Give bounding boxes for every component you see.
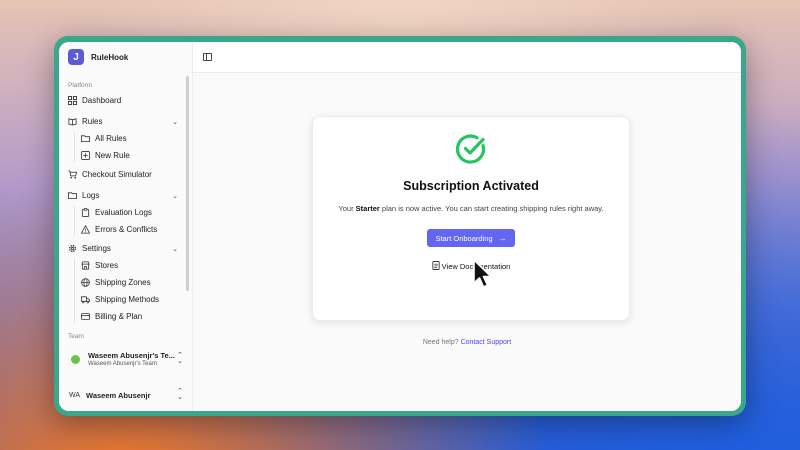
brand-name: RuleHook xyxy=(91,52,129,62)
truck-icon xyxy=(81,295,90,304)
settings-submenu: Stores Shipping Zones Shipping Methods B… xyxy=(59,257,192,325)
user-menu[interactable]: WA Waseem Abusenjr ⌃ ⌄ xyxy=(59,385,192,405)
sidebar-item-dashboard[interactable]: Dashboard xyxy=(59,92,192,109)
button-label: Start Onboarding xyxy=(435,233,493,243)
brand[interactable]: J RuleHook xyxy=(59,42,192,72)
sidebar-item-evaluation-logs[interactable]: Evaluation Logs xyxy=(59,204,192,221)
grid-icon xyxy=(68,96,77,105)
view-documentation-link[interactable]: View Documentation xyxy=(313,261,629,272)
logs-submenu: Evaluation Logs Errors & Conflicts xyxy=(59,204,192,238)
sidebar-item-label: Evaluation Logs xyxy=(95,208,152,217)
sidebar-item-label: Stores xyxy=(95,261,119,270)
team-name: Waseem Abusenjr's Te... xyxy=(88,351,175,360)
help-prefix: Need help? xyxy=(422,339,461,346)
folder-icon xyxy=(81,134,90,143)
sidebar-item-label: Checkout Simulator xyxy=(82,170,152,179)
sidebar-item-label: New Rule xyxy=(95,151,130,160)
book-icon xyxy=(68,117,77,126)
rulehook-logo-icon: J xyxy=(68,49,84,65)
gear-icon xyxy=(68,244,77,253)
team-avatar xyxy=(71,354,80,364)
main-content: Subscription Activated Your Starter plan… xyxy=(193,42,741,411)
sidebar-item-stores[interactable]: Stores xyxy=(59,257,192,274)
team-section-label: Team xyxy=(68,333,84,340)
team-subtitle: Waseem Abusenjr's Team xyxy=(88,361,157,367)
sidebar-item-new-rule[interactable]: New Rule xyxy=(59,147,192,164)
arrow-right-icon: → xyxy=(498,233,507,243)
sidebar-scrollbar[interactable] xyxy=(186,76,189,291)
plus-square-icon xyxy=(81,151,90,160)
chevron-down-icon: ⌄ xyxy=(172,118,178,126)
chevron-down-icon: ⌄ xyxy=(172,192,178,200)
check-circle-icon xyxy=(455,133,487,165)
sidebar-item-errors-conflicts[interactable]: Errors & Conflicts xyxy=(59,221,192,238)
mouse-cursor-icon xyxy=(473,259,492,288)
sidebar: J RuleHook Platform Dashboard Rules ⌄ Al… xyxy=(59,42,193,411)
sidebar-item-settings[interactable]: Settings ⌄ xyxy=(59,240,192,257)
sidebar-item-label: Dashboard xyxy=(82,96,122,105)
topbar xyxy=(193,42,741,73)
chevrons-up-down-icon: ⌃ ⌄ xyxy=(177,388,183,401)
sidebar-item-logs[interactable]: Logs ⌄ xyxy=(59,187,192,204)
document-icon xyxy=(432,261,440,272)
plan-name: Starter xyxy=(355,204,380,213)
sidebar-item-label: Shipping Methods xyxy=(95,295,160,304)
help-text: Need help? Contact Support xyxy=(193,339,741,346)
sidebar-item-label: Shipping Zones xyxy=(95,278,151,287)
desc-prefix: Your xyxy=(338,204,356,213)
sidebar-item-shipping-zones[interactable]: Shipping Zones xyxy=(59,274,192,291)
subscription-card: Subscription Activated Your Starter plan… xyxy=(312,116,630,321)
sidebar-item-checkout-simulator[interactable]: Checkout Simulator xyxy=(59,166,192,183)
platform-section-label: Platform xyxy=(68,82,93,89)
avatar: WA xyxy=(69,391,81,399)
sidebar-item-shipping-methods[interactable]: Shipping Methods xyxy=(59,291,192,308)
folder-icon xyxy=(68,191,77,200)
desc-suffix: plan is now active. You can start creati… xyxy=(379,204,604,213)
start-onboarding-button[interactable]: Start Onboarding → xyxy=(427,229,515,247)
store-icon xyxy=(81,261,90,270)
app-window: J RuleHook Platform Dashboard Rules ⌄ Al… xyxy=(59,42,741,411)
sidebar-item-label: Logs xyxy=(82,191,100,200)
sidebar-item-billing-plan[interactable]: Billing & Plan xyxy=(59,308,192,325)
sidebar-item-all-rules[interactable]: All Rules xyxy=(59,130,192,147)
globe-icon xyxy=(81,278,90,287)
sidebar-item-label: Rules xyxy=(82,117,103,126)
sidebar-item-rules[interactable]: Rules ⌄ xyxy=(59,113,192,130)
cart-icon xyxy=(68,170,77,179)
clipboard-icon xyxy=(81,208,90,217)
contact-support-link[interactable]: Contact Support xyxy=(461,339,512,346)
sidebar-item-label: Billing & Plan xyxy=(95,312,143,321)
warning-icon xyxy=(81,225,90,234)
team-switcher[interactable]: Waseem Abusenjr's Te... Waseem Abusenjr'… xyxy=(59,346,192,372)
sidebar-item-label: Errors & Conflicts xyxy=(95,225,158,234)
user-name: Waseem Abusenjr xyxy=(86,390,151,400)
sidebar-item-label: All Rules xyxy=(95,134,127,143)
team-text: Waseem Abusenjr's Te... Waseem Abusenjr'… xyxy=(88,351,175,367)
card-title: Subscription Activated xyxy=(403,179,539,193)
chevrons-up-down-icon: ⌃ ⌄ xyxy=(177,352,183,365)
credit-card-icon xyxy=(81,312,90,321)
chevron-down-icon: ⌄ xyxy=(172,245,178,253)
sidebar-toggle-icon[interactable] xyxy=(203,53,212,61)
rules-submenu: All Rules New Rule xyxy=(59,130,192,164)
card-description: Your Starter plan is now active. You can… xyxy=(337,202,605,215)
sidebar-item-label: Settings xyxy=(82,244,111,253)
